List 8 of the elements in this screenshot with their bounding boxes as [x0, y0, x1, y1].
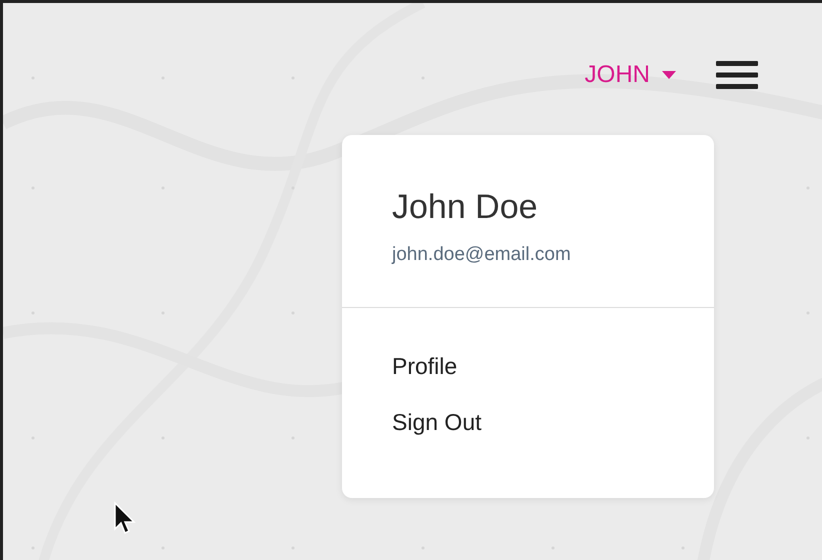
user-name: John Doe	[392, 187, 539, 227]
caret-icon	[662, 71, 676, 79]
user-email: john.doe@email.com	[392, 243, 572, 267]
menu-icon[interactable]	[716, 61, 758, 89]
user-menu-button[interactable]: JOHN	[584, 63, 676, 87]
menu-item[interactable]: Profile	[392, 352, 458, 380]
menu-item[interactable]: Sign Out	[392, 408, 482, 436]
cursor-icon	[113, 501, 137, 535]
